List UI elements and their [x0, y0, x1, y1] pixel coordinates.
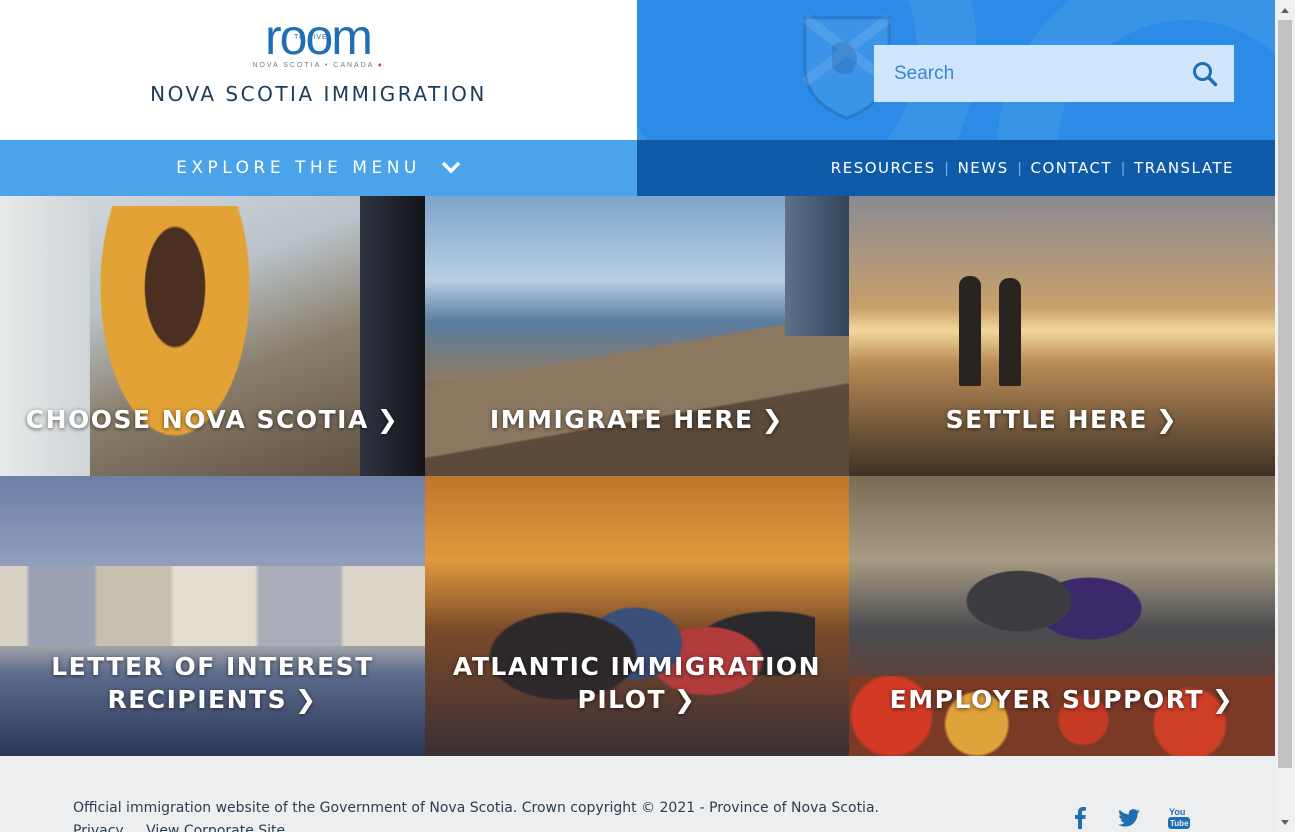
footer: Official immigration website of the Gove… — [0, 756, 1275, 832]
vertical-scrollbar[interactable] — [1275, 0, 1295, 832]
tile-settle-here[interactable]: SETTLE HERE ❯ — [849, 196, 1275, 476]
site-title[interactable]: NOVA SCOTIA IMMIGRATION — [0, 82, 637, 106]
chevron-right-icon: ❯ — [295, 685, 318, 714]
header-logo-area: room TO LIVE NOVA SCOTIA • CANADA ♦ NOVA… — [0, 0, 637, 140]
tile-choose-nova-scotia[interactable]: CHOOSE NOVA SCOTIA ❯ — [0, 196, 425, 476]
feature-tiles: CHOOSE NOVA SCOTIA ❯ IMMIGRATE HERE ❯ SETT… — [0, 196, 1275, 756]
youtube-icon[interactable]: You Tube — [1167, 806, 1191, 830]
nav-contact[interactable]: CONTACT — [1031, 159, 1113, 177]
tile-immigrate-here[interactable]: IMMIGRATE HERE ❯ — [425, 196, 849, 476]
tile-label: IMMIGRATE HERE ❯ — [489, 405, 785, 434]
facebook-icon[interactable] — [1068, 806, 1092, 830]
search-input[interactable] — [874, 45, 1176, 102]
nav-separator: | — [944, 159, 949, 177]
footer-links: Privacy View Corporate Site — [73, 823, 303, 832]
header-search-area — [637, 0, 1275, 140]
tile-atlantic-immigration-pilot[interactable]: ATLANTIC IMMIGRATION PILOT ❯ — [425, 476, 849, 756]
nav-separator: | — [1017, 159, 1022, 177]
room-logo[interactable]: room TO LIVE NOVA SCOTIA • CANADA ♦ — [238, 9, 398, 72]
chevron-right-icon: ❯ — [376, 405, 400, 434]
nav-separator: | — [1121, 159, 1126, 177]
svg-text:Tube: Tube — [1170, 819, 1189, 828]
scrollbar-thumb[interactable] — [1278, 20, 1292, 768]
svg-text:You: You — [1169, 807, 1185, 817]
tile-letter-of-interest[interactable]: LETTER OF INTEREST RECIPIENTS ❯ — [0, 476, 425, 756]
footer-link-privacy[interactable]: Privacy — [73, 823, 124, 832]
maple-leaf-icon: ♦ — [378, 62, 384, 69]
tile-photo — [959, 276, 981, 386]
tile-label: LETTER OF INTEREST RECIPIENTS ❯ — [51, 652, 374, 714]
nav-news[interactable]: NEWS — [958, 159, 1009, 177]
footer-link-corporate-site[interactable]: View Corporate Site — [146, 823, 285, 832]
tile-label: ATLANTIC IMMIGRATION PILOT ❯ — [452, 652, 822, 714]
chevron-right-icon: ❯ — [1155, 405, 1179, 434]
search-icon — [1193, 61, 1218, 86]
explore-menu-button[interactable]: EXPLORE THE MENU — [0, 140, 637, 196]
nav-translate[interactable]: TRANSLATE — [1134, 159, 1234, 177]
scroll-up-arrow-icon[interactable] — [1275, 0, 1295, 20]
search-button[interactable] — [1176, 45, 1234, 102]
logo-tagline: TO LIVE — [294, 34, 328, 41]
twitter-icon[interactable] — [1117, 806, 1141, 830]
tile-employer-support[interactable]: EMPLOYER SUPPORT ❯ — [849, 476, 1275, 756]
chevron-down-icon — [441, 161, 461, 174]
chevron-right-icon: ❯ — [761, 405, 785, 434]
logo-subtitle: NOVA SCOTIA • CANADA ♦ — [252, 62, 384, 69]
tile-label: CHOOSE NOVA SCOTIA ❯ — [25, 405, 400, 434]
tile-photo — [455, 506, 815, 756]
page: room TO LIVE NOVA SCOTIA • CANADA ♦ NOVA… — [0, 0, 1275, 832]
tile-photo — [949, 526, 1149, 676]
tile-photo — [785, 196, 849, 336]
nav-resources[interactable]: RESOURCES — [831, 159, 936, 177]
search-box — [874, 45, 1234, 102]
footer-copyright: Official immigration website of the Gove… — [73, 800, 879, 816]
chevron-right-icon: ❯ — [1211, 685, 1235, 714]
utility-nav: RESOURCES | NEWS | CONTACT | TRANSLATE — [637, 140, 1275, 196]
scroll-down-arrow-icon[interactable] — [1275, 812, 1295, 832]
tile-label: EMPLOYER SUPPORT ❯ — [889, 685, 1235, 714]
chevron-right-icon: ❯ — [674, 685, 697, 714]
tile-photo — [0, 566, 425, 646]
tile-label: SETTLE HERE ❯ — [945, 405, 1179, 434]
tile-photo — [999, 278, 1021, 386]
explore-menu-label: EXPLORE THE MENU — [176, 158, 421, 178]
tile-photo — [425, 316, 849, 476]
